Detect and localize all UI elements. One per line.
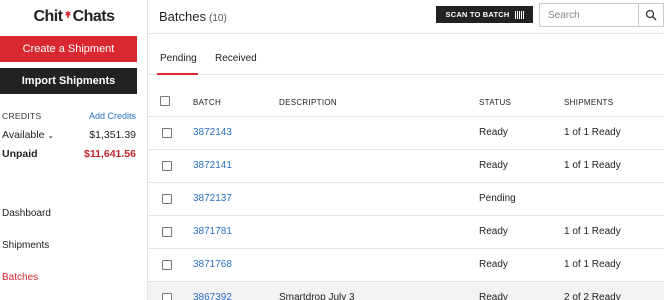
table-header: BATCH DESCRIPTION STATUS SHIPMENTS bbox=[148, 85, 664, 117]
batch-count: (10) bbox=[208, 13, 227, 24]
top-bar: Batches (10) SCAN TO BATCH bbox=[148, 0, 664, 34]
table-row[interactable]: 3872143 Ready 1 of 1 Ready bbox=[148, 117, 664, 150]
unpaid-credits-row: Unpaid $11,641.56 bbox=[2, 148, 136, 160]
table-row[interactable]: 3872141 Ready 1 of 1 Ready bbox=[148, 150, 664, 183]
batch-status: Ready bbox=[479, 226, 508, 237]
logo-text-left: Chit bbox=[33, 8, 63, 25]
page-title: Batches (10) bbox=[159, 9, 227, 24]
credits-header: CREDITS Add Credits bbox=[2, 111, 136, 121]
search-icon bbox=[645, 9, 657, 21]
row-checkbox[interactable] bbox=[162, 260, 172, 270]
batch-link[interactable]: 3871768 bbox=[193, 259, 232, 270]
batch-link[interactable]: 3872143 bbox=[193, 127, 232, 138]
row-checkbox[interactable] bbox=[162, 161, 172, 171]
batch-status: Ready bbox=[479, 259, 508, 270]
available-value: $1,351.39 bbox=[89, 129, 136, 141]
tab-pending[interactable]: Pending bbox=[160, 53, 197, 64]
unpaid-value: $11,641.56 bbox=[84, 148, 136, 160]
scan-to-batch-button[interactable]: SCAN TO BATCH bbox=[436, 6, 533, 23]
select-all-checkbox[interactable] bbox=[160, 96, 170, 106]
batch-link[interactable]: 3872141 bbox=[193, 160, 232, 171]
batch-link[interactable]: 3871781 bbox=[193, 226, 232, 237]
batch-status: Ready bbox=[479, 160, 508, 171]
maple-leaf-icon bbox=[64, 10, 71, 18]
batch-status: Ready bbox=[479, 292, 508, 300]
batch-description: Smartdrop July 3 bbox=[279, 292, 355, 300]
batch-status: Ready bbox=[479, 127, 508, 138]
main-content: Batches(10) SCAN TO BATCH Pending Receiv… bbox=[148, 0, 664, 300]
batch-shipments: 1 of 1 Ready bbox=[564, 127, 621, 138]
batch-shipments: 2 of 2 Ready bbox=[564, 292, 621, 300]
create-shipment-button[interactable]: Create a Shipment bbox=[0, 36, 137, 62]
page-title-text: Batches bbox=[159, 9, 206, 24]
row-checkbox[interactable] bbox=[162, 293, 172, 300]
column-header-shipments[interactable]: SHIPMENTS bbox=[564, 98, 613, 107]
search-input[interactable] bbox=[539, 3, 639, 27]
barcode-icon bbox=[514, 10, 524, 19]
scan-to-batch-label: SCAN TO BATCH bbox=[445, 10, 510, 19]
import-shipments-button[interactable]: Import Shipments bbox=[0, 68, 137, 94]
add-credits-link[interactable]: Add Credits bbox=[89, 111, 136, 121]
table-row[interactable]: 3872137 Pending bbox=[148, 183, 664, 216]
search-button[interactable] bbox=[638, 3, 664, 27]
batch-shipments: 1 of 1 Ready bbox=[564, 226, 621, 237]
active-tab-indicator bbox=[157, 73, 198, 75]
tab-received[interactable]: Received bbox=[215, 53, 257, 64]
available-credits-row[interactable]: Available ⌄ $1,351.39 bbox=[2, 129, 136, 141]
table-row[interactable]: 3871768 Ready 1 of 1 Ready bbox=[148, 249, 664, 282]
table-row[interactable]: 3867392 Smartdrop July 3 Ready 2 of 2 Re… bbox=[148, 282, 664, 300]
column-header-status[interactable]: STATUS bbox=[479, 98, 511, 107]
available-dropdown[interactable]: Available ⌄ bbox=[2, 129, 54, 141]
tab-bar: Pending Received bbox=[148, 35, 664, 75]
sidebar-item-dashboard[interactable]: Dashboard bbox=[2, 208, 51, 219]
chevron-down-icon: ⌄ bbox=[47, 131, 55, 140]
batch-shipments: 1 of 1 Ready bbox=[564, 160, 621, 171]
row-checkbox[interactable] bbox=[162, 227, 172, 237]
table-row[interactable]: 3871781 Ready 1 of 1 Ready bbox=[148, 216, 664, 249]
column-header-description[interactable]: DESCRIPTION bbox=[279, 98, 337, 107]
sidebar-item-batches[interactable]: Batches bbox=[2, 272, 38, 283]
logo-text-right: Chats bbox=[72, 8, 115, 25]
row-checkbox[interactable] bbox=[162, 128, 172, 138]
column-header-batch[interactable]: BATCH bbox=[193, 98, 221, 107]
row-checkbox[interactable] bbox=[162, 194, 172, 204]
unpaid-label: Unpaid bbox=[2, 148, 38, 160]
chitchats-logo[interactable]: Chit Chats bbox=[0, 0, 148, 34]
batch-link[interactable]: 3872137 bbox=[193, 193, 232, 204]
sidebar: Chit Chats Create a Shipment Import Ship… bbox=[0, 0, 148, 300]
batch-shipments: 1 of 1 Ready bbox=[564, 259, 621, 270]
sidebar-item-shipments[interactable]: Shipments bbox=[2, 240, 49, 251]
batch-status: Pending bbox=[479, 193, 516, 204]
credits-label: CREDITS bbox=[2, 111, 42, 121]
available-label: Available bbox=[2, 129, 45, 141]
batch-link[interactable]: 3867392 bbox=[193, 292, 232, 300]
